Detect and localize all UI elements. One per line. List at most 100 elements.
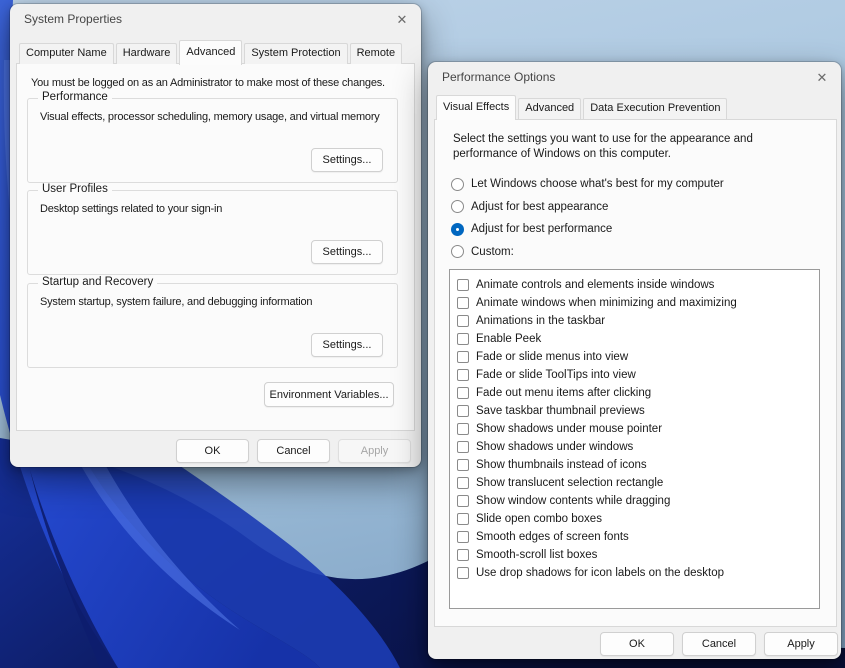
checkbox-icon[interactable]	[457, 459, 469, 471]
visual-effect-item-smooth-edges-of-screen-fonts[interactable]: Smooth edges of screen fonts	[450, 528, 819, 546]
checkbox-icon[interactable]	[457, 567, 469, 579]
tab-data-execution-prevention[interactable]: Data Execution Prevention	[583, 98, 727, 119]
checkbox-icon[interactable]	[457, 315, 469, 327]
checkbox-label: Show shadows under windows	[476, 441, 633, 453]
radio-label: Custom:	[471, 246, 514, 258]
checkbox-icon[interactable]	[457, 441, 469, 453]
window-title: Performance Options	[442, 70, 555, 84]
checkbox-icon[interactable]	[457, 387, 469, 399]
cancel-button[interactable]: Cancel	[682, 632, 756, 656]
radio-label: Let Windows choose what's best for my co…	[471, 178, 724, 190]
radio-icon[interactable]	[451, 200, 464, 213]
environment-variables-button[interactable]: Environment Variables...	[264, 382, 394, 407]
radio-option-adjust-for-best-performance[interactable]: Adjust for best performance	[451, 218, 724, 241]
ok-button[interactable]: OK	[600, 632, 674, 656]
close-icon[interactable]: ✕	[813, 69, 831, 87]
tab-hardware[interactable]: Hardware	[116, 43, 178, 64]
visual-effect-item-animate-controls-and-elements-inside-windows[interactable]: Animate controls and elements inside win…	[450, 276, 819, 294]
visual-effect-item-fade-or-slide-tooltips-into-view[interactable]: Fade or slide ToolTips into view	[450, 366, 819, 384]
checkbox-label: Smooth edges of screen fonts	[476, 531, 629, 543]
startup-recovery-group: Startup and Recovery System startup, sys…	[27, 283, 398, 368]
group-description: Visual effects, processor scheduling, me…	[40, 111, 380, 123]
checkbox-icon[interactable]	[457, 279, 469, 291]
visual-effects-intro-text: Select the settings you want to use for …	[453, 132, 809, 162]
system-properties-window: System Properties ✕ Computer NameHardwar…	[10, 4, 421, 467]
tab-advanced[interactable]: Advanced	[179, 40, 242, 65]
checkbox-label: Enable Peek	[476, 333, 541, 345]
checkbox-label: Fade out menu items after clicking	[476, 387, 651, 399]
advanced-tab-page: You must be logged on as an Administrato…	[16, 63, 415, 431]
close-icon[interactable]: ✕	[393, 11, 411, 29]
visual-effect-item-animate-windows-when-minimizing-and-maximizing[interactable]: Animate windows when minimizing and maxi…	[450, 294, 819, 312]
checkbox-icon[interactable]	[457, 495, 469, 507]
checkbox-icon[interactable]	[457, 333, 469, 345]
visual-effect-item-show-thumbnails-instead-of-icons[interactable]: Show thumbnails instead of icons	[450, 456, 819, 474]
startup-recovery-settings-button[interactable]: Settings...	[311, 333, 383, 357]
visual-effect-item-fade-out-menu-items-after-clicking[interactable]: Fade out menu items after clicking	[450, 384, 819, 402]
radio-option-custom[interactable]: Custom:	[451, 241, 724, 264]
visual-effect-item-show-shadows-under-mouse-pointer[interactable]: Show shadows under mouse pointer	[450, 420, 819, 438]
checkbox-label: Show shadows under mouse pointer	[476, 423, 662, 435]
checkbox-icon[interactable]	[457, 513, 469, 525]
checkbox-icon[interactable]	[457, 477, 469, 489]
checkbox-label: Use drop shadows for icon labels on the …	[476, 567, 724, 579]
checkbox-icon[interactable]	[457, 297, 469, 309]
group-label: Startup and Recovery	[38, 276, 157, 288]
radio-icon[interactable]	[451, 223, 464, 236]
radio-icon[interactable]	[451, 178, 464, 191]
tab-remote[interactable]: Remote	[350, 43, 403, 64]
tab-system-protection[interactable]: System Protection	[244, 43, 347, 64]
checkbox-label: Smooth-scroll list boxes	[476, 549, 597, 561]
visual-effect-item-enable-peek[interactable]: Enable Peek	[450, 330, 819, 348]
checkbox-icon[interactable]	[457, 405, 469, 417]
performance-options-window: Performance Options ✕ Visual EffectsAdva…	[428, 62, 841, 659]
checkbox-label: Animate controls and elements inside win…	[476, 279, 714, 291]
checkbox-label: Fade or slide menus into view	[476, 351, 628, 363]
performance-options-titlebar[interactable]: Performance Options	[428, 62, 841, 92]
checkbox-label: Animations in the taskbar	[476, 315, 605, 327]
cancel-button[interactable]: Cancel	[257, 439, 330, 463]
system-properties-tab-bar: Computer NameHardwareAdvancedSystem Prot…	[19, 41, 402, 64]
group-description: System startup, system failure, and debu…	[40, 296, 312, 308]
checkbox-label: Show thumbnails instead of icons	[476, 459, 647, 471]
visual-effect-item-save-taskbar-thumbnail-previews[interactable]: Save taskbar thumbnail previews	[450, 402, 819, 420]
checkbox-label: Show translucent selection rectangle	[476, 477, 663, 489]
visual-effect-item-show-translucent-selection-rectangle[interactable]: Show translucent selection rectangle	[450, 474, 819, 492]
tab-computer-name[interactable]: Computer Name	[19, 43, 114, 64]
checkbox-label: Save taskbar thumbnail previews	[476, 405, 645, 417]
user-profiles-settings-button[interactable]: Settings...	[311, 240, 383, 264]
checkbox-label: Show window contents while dragging	[476, 495, 670, 507]
visual-effect-item-show-window-contents-while-dragging[interactable]: Show window contents while dragging	[450, 492, 819, 510]
visual-effect-item-fade-or-slide-menus-into-view[interactable]: Fade or slide menus into view	[450, 348, 819, 366]
checkbox-label: Slide open combo boxes	[476, 513, 602, 525]
visual-effect-item-animations-in-the-taskbar[interactable]: Animations in the taskbar	[450, 312, 819, 330]
radio-label: Adjust for best performance	[471, 223, 612, 235]
radio-option-let-windows-choose-what-s-best-for-my-computer[interactable]: Let Windows choose what's best for my co…	[451, 173, 724, 196]
user-profiles-group: User Profiles Desktop settings related t…	[27, 190, 398, 275]
admin-notice-text: You must be logged on as an Administrato…	[31, 77, 385, 89]
checkbox-icon[interactable]	[457, 549, 469, 561]
radio-option-adjust-for-best-appearance[interactable]: Adjust for best appearance	[451, 196, 724, 219]
visual-effect-item-smooth-scroll-list-boxes[interactable]: Smooth-scroll list boxes	[450, 546, 819, 564]
visual-effects-options-list[interactable]: Animate controls and elements inside win…	[449, 269, 820, 609]
visual-effects-radio-group: Let Windows choose what's best for my co…	[451, 173, 724, 263]
radio-icon[interactable]	[451, 245, 464, 258]
checkbox-icon[interactable]	[457, 423, 469, 435]
apply-button[interactable]: Apply	[338, 439, 411, 463]
visual-effect-item-show-shadows-under-windows[interactable]: Show shadows under windows	[450, 438, 819, 456]
tab-advanced[interactable]: Advanced	[518, 98, 581, 119]
tab-visual-effects[interactable]: Visual Effects	[436, 95, 516, 120]
checkbox-icon[interactable]	[457, 351, 469, 363]
performance-settings-button[interactable]: Settings...	[311, 148, 383, 172]
checkbox-icon[interactable]	[457, 369, 469, 381]
visual-effect-item-use-drop-shadows-for-icon-labels-on-the-desktop[interactable]: Use drop shadows for icon labels on the …	[450, 564, 819, 582]
performance-group: Performance Visual effects, processor sc…	[27, 98, 398, 183]
checkbox-label: Fade or slide ToolTips into view	[476, 369, 636, 381]
apply-button[interactable]: Apply	[764, 632, 838, 656]
system-properties-titlebar[interactable]: System Properties	[10, 4, 421, 34]
ok-button[interactable]: OK	[176, 439, 249, 463]
performance-options-tab-bar: Visual EffectsAdvancedData Execution Pre…	[436, 97, 727, 119]
window-title: System Properties	[24, 12, 122, 26]
checkbox-icon[interactable]	[457, 531, 469, 543]
visual-effect-item-slide-open-combo-boxes[interactable]: Slide open combo boxes	[450, 510, 819, 528]
